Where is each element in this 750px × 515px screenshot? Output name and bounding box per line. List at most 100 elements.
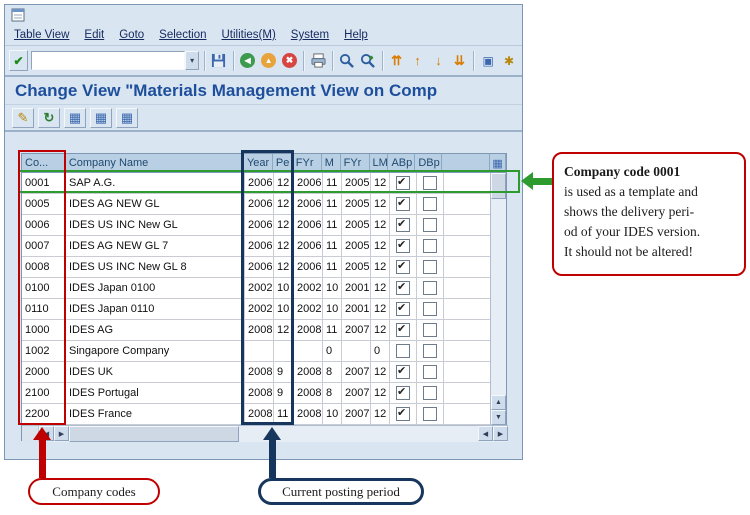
scroll-up-button[interactable]: ▲ <box>491 395 506 410</box>
cell-month[interactable]: 0 <box>323 341 342 362</box>
cell-dbp-checkbox[interactable] <box>417 299 444 320</box>
find-next-button[interactable] <box>359 50 377 71</box>
cancel-button[interactable]: ✖ <box>281 50 299 71</box>
cell-dbp-checkbox[interactable] <box>417 257 444 278</box>
vertical-scrollbar-thumb[interactable] <box>491 173 506 199</box>
table-row[interactable]: 1000 IDES AG 2008 12 2008 11 2007 12 <box>22 320 506 341</box>
cell-company-code[interactable]: 2000 <box>22 362 66 383</box>
cell-last-month[interactable]: 12 <box>371 257 390 278</box>
cell-month[interactable]: 10 <box>323 404 342 425</box>
cell-abp-checkbox[interactable] <box>390 383 417 404</box>
table-row[interactable]: 0001 SAP A.G. 2006 12 2006 11 2005 12 <box>22 173 506 194</box>
cell-fyr-last[interactable]: 2007 <box>342 383 371 404</box>
next-page-button[interactable]: ↓ <box>430 50 448 71</box>
cell-fyr-last[interactable]: 2007 <box>342 404 371 425</box>
column-header-abp[interactable]: ABp <box>388 154 416 173</box>
cell-period[interactable]: 12 <box>274 215 294 236</box>
cell-last-month[interactable]: 12 <box>371 194 390 215</box>
column-header-period[interactable]: Pe <box>272 154 293 173</box>
column-header-company-name[interactable]: Company Name <box>65 154 244 173</box>
cell-year[interactable]: 2008 <box>245 383 274 404</box>
cell-fyr-current[interactable]: 2006 <box>294 257 323 278</box>
cell-fyr-current[interactable]: 2006 <box>294 173 323 194</box>
table-row[interactable]: 2100 IDES Portugal 2008 9 2008 8 2007 12 <box>22 383 506 404</box>
cell-abp-checkbox[interactable] <box>390 404 417 425</box>
table-row[interactable]: 0007 IDES AG NEW GL 7 2006 12 2006 11 20… <box>22 236 506 257</box>
scroll-left-button-2[interactable]: ◀ <box>478 426 493 441</box>
table-row[interactable]: 0006 IDES US INC New GL 2006 12 2006 11 … <box>22 215 506 236</box>
cell-dbp-checkbox[interactable] <box>417 404 444 425</box>
cell-last-month[interactable]: 12 <box>371 173 390 194</box>
cell-year[interactable]: 2006 <box>245 173 274 194</box>
cell-month[interactable]: 11 <box>323 257 342 278</box>
table-row[interactable]: 1002 Singapore Company 0 0 <box>22 341 506 362</box>
cell-last-month[interactable]: 0 <box>371 341 390 362</box>
cell-company-name[interactable]: SAP A.G. <box>66 173 245 194</box>
cell-fyr-last[interactable]: 2005 <box>342 236 371 257</box>
cell-month[interactable]: 11 <box>323 215 342 236</box>
cell-dbp-checkbox[interactable] <box>417 236 444 257</box>
cell-dbp-checkbox[interactable] <box>417 341 444 362</box>
cell-period[interactable]: 12 <box>274 194 294 215</box>
last-page-button[interactable]: ⇊ <box>450 50 468 71</box>
find-button[interactable] <box>338 50 356 71</box>
table-row[interactable]: 0005 IDES AG NEW GL 2006 12 2006 11 2005… <box>22 194 506 215</box>
cell-dbp-checkbox[interactable] <box>417 383 444 404</box>
cell-period[interactable]: 10 <box>274 278 294 299</box>
cell-last-month[interactable]: 12 <box>371 383 390 404</box>
cell-company-code[interactable]: 2100 <box>22 383 66 404</box>
cell-company-name[interactable]: IDES AG <box>66 320 245 341</box>
cell-fyr-last[interactable]: 2001 <box>342 299 371 320</box>
cell-last-month[interactable]: 12 <box>371 320 390 341</box>
menu-item-table-view[interactable]: Table View <box>14 29 69 41</box>
cell-period[interactable]: 9 <box>274 383 294 404</box>
back-button[interactable]: ◀ <box>239 50 257 71</box>
cell-last-month[interactable]: 12 <box>371 299 390 320</box>
cell-fyr-last[interactable]: 2005 <box>342 215 371 236</box>
table-view-button-3[interactable]: ▦ <box>116 107 138 128</box>
scroll-down-button[interactable]: ▼ <box>491 410 506 425</box>
table-settings-icon[interactable]: ▦ <box>490 154 506 173</box>
cell-last-month[interactable]: 12 <box>371 278 390 299</box>
menu-item-goto[interactable]: Goto <box>119 29 144 41</box>
table-row[interactable]: 0100 IDES Japan 0100 2002 10 2002 10 200… <box>22 278 506 299</box>
table-row[interactable]: 0110 IDES Japan 0110 2002 10 2002 10 200… <box>22 299 506 320</box>
table-row[interactable]: 0008 IDES US INC New GL 8 2006 12 2006 1… <box>22 257 506 278</box>
cell-company-name[interactable]: IDES Portugal <box>66 383 245 404</box>
cell-abp-checkbox[interactable] <box>390 257 417 278</box>
cell-company-name[interactable]: IDES US INC New GL 8 <box>66 257 245 278</box>
table-view-button-2[interactable]: ▦ <box>90 107 112 128</box>
cell-fyr-current[interactable]: 2008 <box>294 404 323 425</box>
table-row[interactable]: 2000 IDES UK 2008 9 2008 8 2007 12 <box>22 362 506 383</box>
table-row[interactable]: 2200 IDES France 2008 11 2008 10 2007 12 <box>22 404 506 425</box>
cell-fyr-last[interactable]: 2001 <box>342 278 371 299</box>
cell-year[interactable]: 2006 <box>245 215 274 236</box>
cell-month[interactable]: 8 <box>323 383 342 404</box>
cell-year[interactable]: 2006 <box>245 194 274 215</box>
cell-month[interactable]: 10 <box>323 278 342 299</box>
table-view-button-1[interactable]: ▦ <box>64 107 86 128</box>
cell-dbp-checkbox[interactable] <box>417 362 444 383</box>
cell-period[interactable]: 9 <box>274 362 294 383</box>
cell-period[interactable] <box>274 341 294 362</box>
cell-fyr-current[interactable]: 2006 <box>294 194 323 215</box>
cell-company-code[interactable]: 0110 <box>22 299 66 320</box>
cell-year[interactable]: 2006 <box>245 236 274 257</box>
cell-last-month[interactable]: 12 <box>371 215 390 236</box>
menu-item-utilities[interactable]: Utilities(M) <box>221 29 275 41</box>
cell-period[interactable]: 12 <box>274 173 294 194</box>
enter-button[interactable]: ✔ <box>9 50 29 71</box>
cell-period[interactable]: 11 <box>274 404 294 425</box>
column-header-fyr-current[interactable]: FYr <box>292 154 322 173</box>
column-header-last-month[interactable]: LM <box>369 154 389 173</box>
cell-fyr-last[interactable]: 2007 <box>342 362 371 383</box>
cell-year[interactable]: 2002 <box>245 299 274 320</box>
cell-abp-checkbox[interactable] <box>390 194 417 215</box>
cell-fyr-last[interactable]: 2005 <box>342 173 371 194</box>
display-change-button[interactable]: ✎ <box>12 107 34 128</box>
cell-period[interactable]: 12 <box>274 257 294 278</box>
scroll-right-button[interactable]: ▶ <box>54 426 69 441</box>
cell-year[interactable]: 2002 <box>245 278 274 299</box>
cell-month[interactable]: 11 <box>323 173 342 194</box>
cell-fyr-current[interactable]: 2008 <box>294 383 323 404</box>
